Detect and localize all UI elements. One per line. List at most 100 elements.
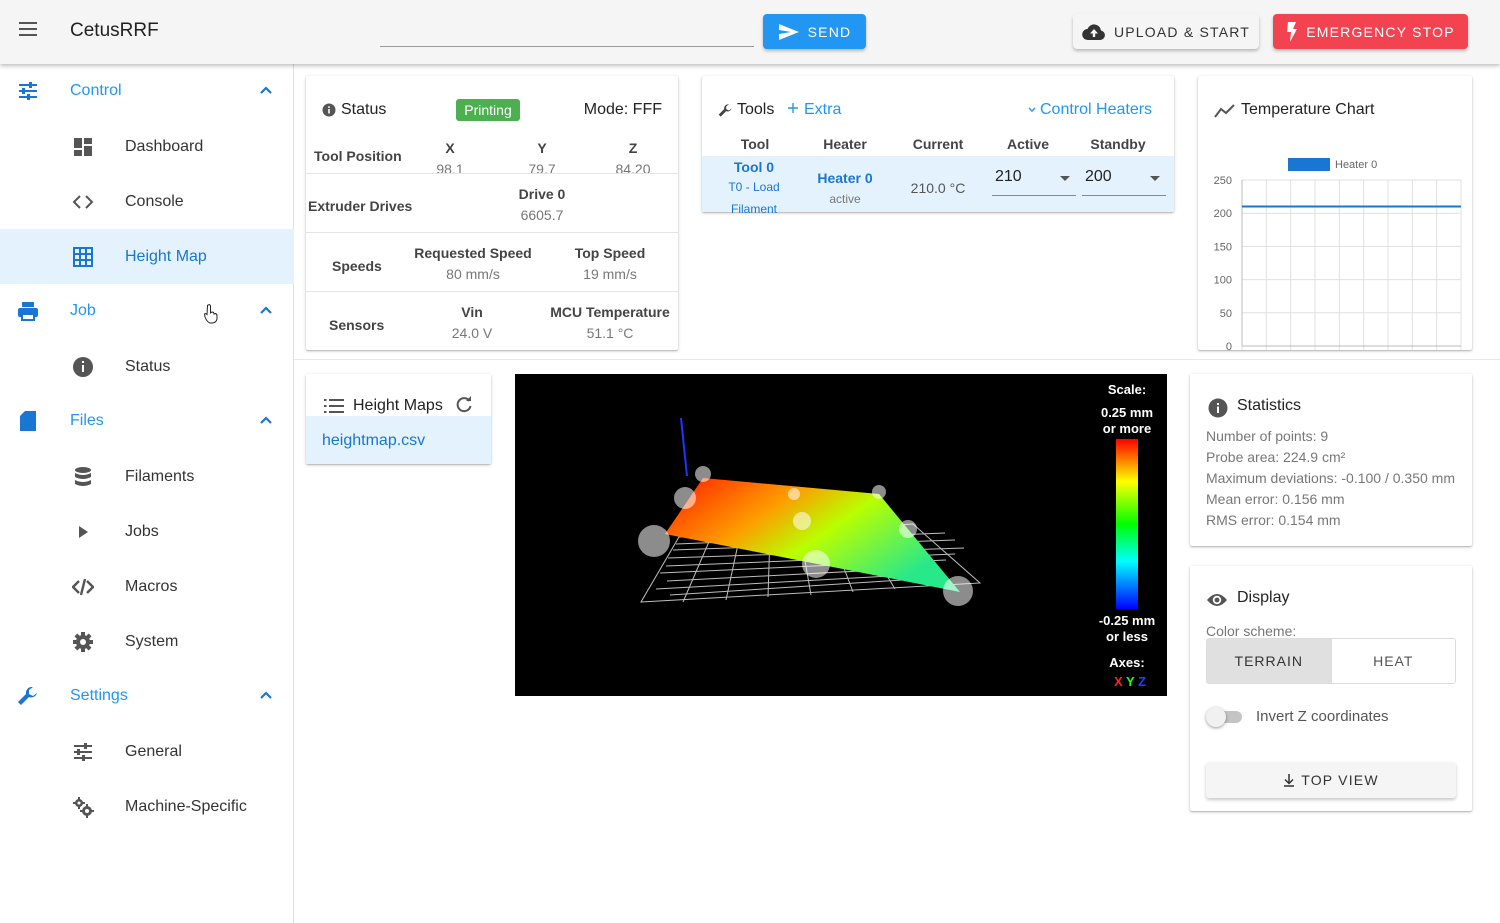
scale-min: -0.25 mm xyxy=(1098,613,1156,628)
nav-group-job[interactable]: Job xyxy=(0,284,294,339)
current-temp: 210.0 °C xyxy=(910,180,966,196)
stat-probe-area: Probe area: 224.9 cm² xyxy=(1206,449,1346,465)
sidebar-item-dashboard[interactable]: Dashboard xyxy=(0,119,294,174)
sidebar-item-label: Status xyxy=(125,358,171,375)
upload-start-button[interactable]: UPLOAD & START xyxy=(1073,14,1259,49)
mcu-temp-value: 51.1 °C xyxy=(586,325,634,341)
terrain-scheme-button[interactable]: TERRAIN xyxy=(1207,639,1331,683)
sidebar-item-general[interactable]: General xyxy=(0,724,294,779)
gears-icon xyxy=(73,797,94,818)
eye-icon xyxy=(1207,594,1227,606)
chevron-up-icon xyxy=(260,86,272,94)
col-header-standby: Standby xyxy=(1090,136,1146,152)
gcode-input[interactable] xyxy=(380,20,754,47)
tool-position-label: Tool Position xyxy=(314,148,402,164)
chevron-up-icon xyxy=(260,416,272,424)
sd-card-icon xyxy=(20,411,36,431)
sidebar-item-status[interactable]: Status xyxy=(0,339,294,394)
sidebar-item-machine-specific[interactable]: Machine-Specific xyxy=(0,779,294,834)
stat-rms-error: RMS error: 0.154 mm xyxy=(1206,512,1341,528)
emergency-stop-button[interactable]: EMERGENCY STOP xyxy=(1273,14,1468,49)
top-view-button[interactable]: TOP VIEW xyxy=(1206,762,1456,798)
caret-down-icon xyxy=(1150,176,1160,181)
axis-x-label: X xyxy=(445,140,455,156)
list-icon xyxy=(324,399,344,413)
wrench-icon xyxy=(718,104,732,117)
vin-value: 24.0 V xyxy=(451,325,493,341)
invert-z-label: Invert Z coordinates xyxy=(1256,708,1389,725)
scale-min-sub: or less xyxy=(1106,629,1148,644)
top-speed-value: 19 mm/s xyxy=(583,266,637,282)
download-arrow-icon xyxy=(1284,773,1295,787)
app-title: CetusRRF xyxy=(70,20,159,41)
display-title: Display xyxy=(1237,589,1290,606)
sidebar-item-jobs[interactable]: Jobs xyxy=(0,504,294,559)
caret-down-icon xyxy=(1060,176,1070,181)
display-card: Display Color scheme: TERRAIN HEAT Inver… xyxy=(1190,566,1472,811)
height-map-file-item[interactable]: heightmap.csv xyxy=(306,416,491,464)
statistics-card: Statistics Number of points: 9 Probe are… xyxy=(1190,374,1472,546)
send-label: SEND xyxy=(807,23,852,40)
sidebar: Control Dashboard Console Height Map Job… xyxy=(0,64,294,923)
scale-max: 0.25 mm xyxy=(1100,405,1154,420)
sidebar-item-label: Machine-Specific xyxy=(125,798,247,815)
axis-x-legend: X xyxy=(1113,674,1123,689)
gear-icon xyxy=(73,632,93,652)
sidebar-item-console[interactable]: Console xyxy=(0,174,294,229)
stat-mean-error: Mean error: 0.156 mm xyxy=(1206,491,1345,507)
axes-legend: X Y Z xyxy=(1105,674,1155,690)
sidebar-item-filaments[interactable]: Filaments xyxy=(0,449,294,504)
database-icon xyxy=(75,467,91,486)
heater-0-link[interactable]: Heater 0 xyxy=(803,170,887,186)
col-header-heater: Heater xyxy=(823,136,867,152)
nav-group-files[interactable]: Files xyxy=(0,394,294,449)
sidebar-item-system[interactable]: System xyxy=(0,614,294,669)
sidebar-item-macros[interactable]: Macros xyxy=(0,559,294,614)
standby-temp-select[interactable]: 200 xyxy=(1082,168,1166,196)
stat-points: Number of points: 9 xyxy=(1206,428,1329,444)
temperature-chart: Heater 005010015020025016:5416:5516:5616… xyxy=(1214,158,1462,350)
refresh-icon[interactable] xyxy=(455,396,473,414)
axis-y-label: Y xyxy=(537,140,547,156)
control-heaters-button[interactable]: Control Heaters xyxy=(1028,97,1160,121)
switch-knob xyxy=(1206,707,1226,727)
load-filament-link[interactable]: T0 - Load xyxy=(709,180,799,194)
main-content: Status Printing Mode: FFF Tool Position … xyxy=(294,64,1500,923)
height-map-3d-view[interactable]: Scale: 0.25 mm or more -0.25 mm or less … xyxy=(515,374,1167,696)
send-icon xyxy=(778,23,799,40)
sensors-label: Sensors xyxy=(329,317,385,333)
load-filament-link-line2[interactable]: Filament xyxy=(709,202,799,216)
extra-button[interactable]: Extra xyxy=(788,97,858,121)
axes-title: Axes: xyxy=(1109,655,1145,670)
section-divider xyxy=(294,359,1500,360)
mcu-temp-label: MCU Temperature xyxy=(550,304,670,320)
standby-temp-value: 200 xyxy=(1085,168,1112,185)
invert-z-switch[interactable] xyxy=(1206,707,1242,727)
axis-z-legend: Z xyxy=(1138,674,1147,689)
heat-scheme-button[interactable]: HEAT xyxy=(1330,639,1455,683)
top-speed-label: Top Speed xyxy=(574,245,646,261)
menu-icon[interactable] xyxy=(14,18,42,46)
info-icon xyxy=(1208,398,1228,418)
flash-icon xyxy=(1287,21,1298,42)
stat-max-deviations: Maximum deviations: -0.100 / 0.350 mm xyxy=(1206,470,1455,486)
legend-swatch xyxy=(1288,158,1330,171)
send-button[interactable]: SEND xyxy=(763,14,866,49)
chevron-up-icon xyxy=(260,306,272,314)
top-view-label: TOP VIEW xyxy=(1301,772,1379,788)
tools-card: Tools Extra Control Heaters Tool Heater … xyxy=(702,76,1174,216)
nav-group-control[interactable]: Control xyxy=(0,64,294,119)
axis-y-legend: Y xyxy=(1126,674,1135,689)
y-tick-label: 250 xyxy=(1214,175,1232,187)
scale-title: Scale: xyxy=(1107,382,1147,397)
active-temp-value: 210 xyxy=(995,168,1022,185)
active-temp-select[interactable]: 210 xyxy=(992,168,1076,196)
nav-group-settings[interactable]: Settings xyxy=(0,669,294,724)
axis-z-label: Z xyxy=(628,140,638,156)
upload-label: UPLOAD & START xyxy=(1113,23,1251,40)
sidebar-item-height-map[interactable]: Height Map xyxy=(0,229,294,284)
sidebar-item-label: System xyxy=(125,633,179,650)
printer-icon xyxy=(18,302,38,321)
tool-0-link[interactable]: Tool 0 xyxy=(714,159,794,175)
y-tick-label: 150 xyxy=(1214,241,1232,253)
